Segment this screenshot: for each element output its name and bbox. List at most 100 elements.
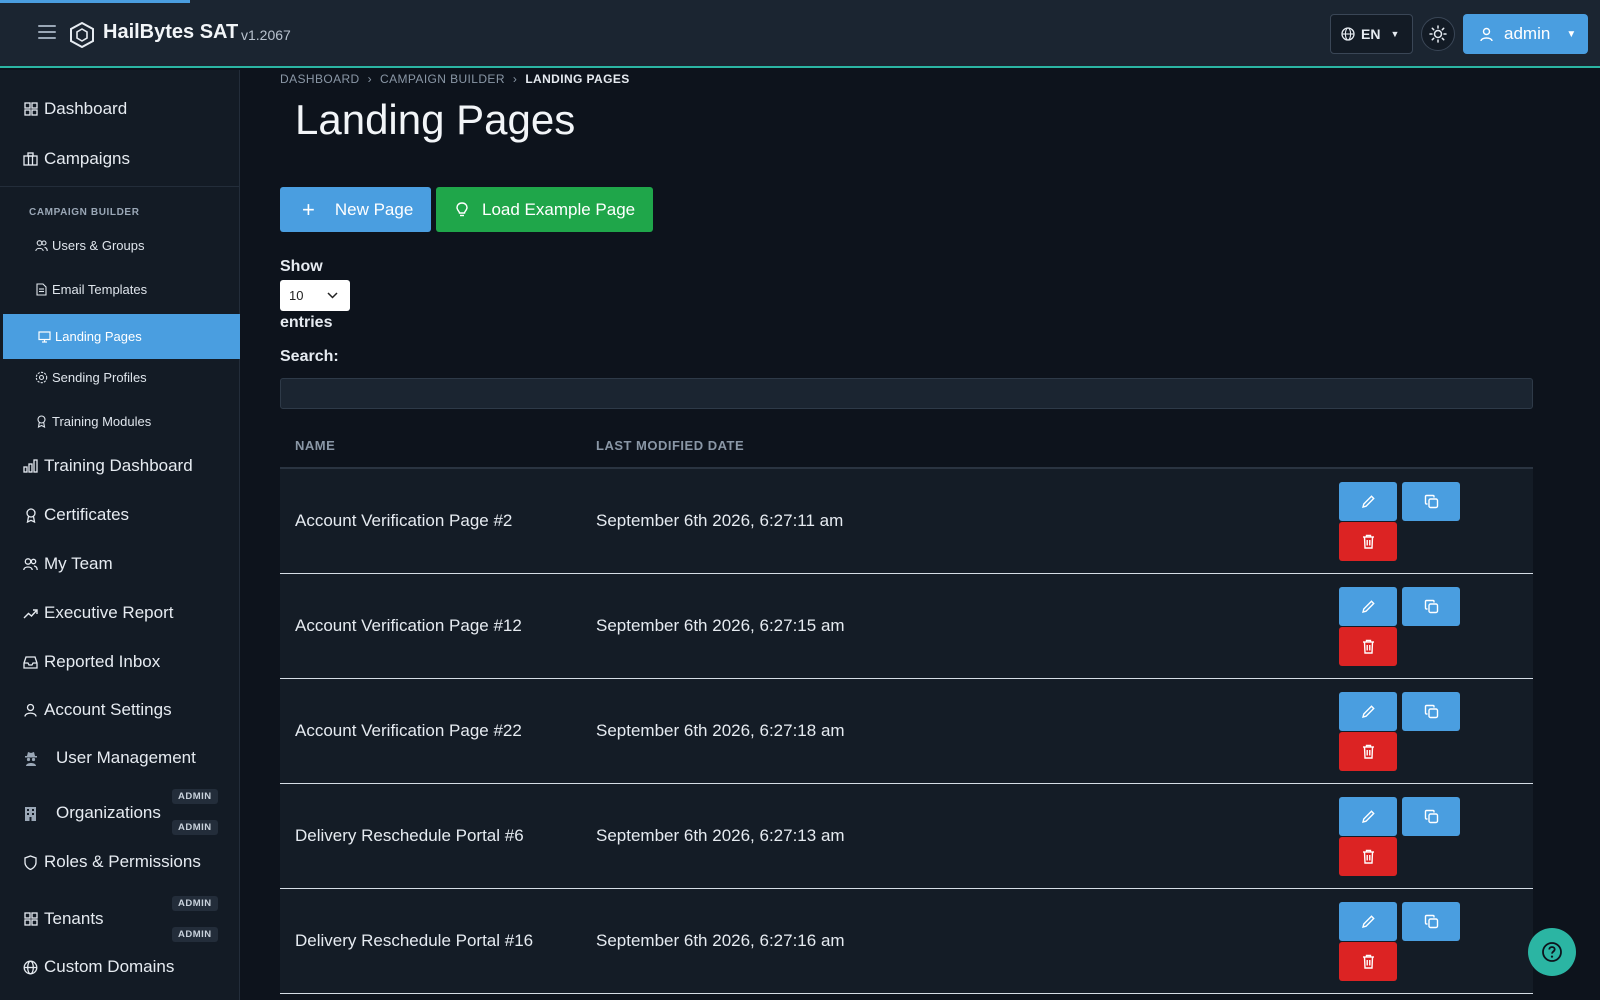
page-modified-date: September 6th 2026, 6:27:11 am bbox=[596, 511, 844, 530]
entries-value: 10 bbox=[289, 288, 304, 303]
document-icon bbox=[35, 282, 48, 296]
edit-button[interactable] bbox=[1339, 797, 1397, 836]
table-row: Account Verification Page #12 September … bbox=[280, 574, 1533, 679]
page-modified-date: September 6th 2026, 6:27:18 am bbox=[596, 721, 845, 740]
page-name: Account Verification Page #12 bbox=[295, 616, 522, 635]
sidebar-item-user-management[interactable]: User Management bbox=[0, 742, 240, 774]
sidebar-item-training-modules[interactable]: Training Modules bbox=[0, 405, 240, 437]
page-modified-date: September 6th 2026, 6:27:13 am bbox=[596, 826, 845, 845]
shield-icon bbox=[23, 854, 38, 870]
help-circle-icon bbox=[1542, 942, 1562, 962]
delete-button[interactable] bbox=[1339, 627, 1397, 666]
breadcrumb-campaign-builder[interactable]: CAMPAIGN BUILDER bbox=[380, 72, 505, 86]
load-example-label: Load Example Page bbox=[482, 199, 636, 219]
table-row: Account Verification Page #2 September 6… bbox=[280, 469, 1533, 574]
sidebar-item-email-templates[interactable]: Email Templates bbox=[0, 273, 240, 305]
page-name: Delivery Reschedule Portal #16 bbox=[295, 931, 534, 950]
user-icon bbox=[1480, 27, 1493, 41]
edit-button[interactable] bbox=[1339, 692, 1397, 731]
delete-button[interactable] bbox=[1339, 837, 1397, 876]
brand-name: HailBytes SAT bbox=[103, 21, 239, 43]
table-row: Delivery Reschedule Portal #6 September … bbox=[280, 784, 1533, 889]
breadcrumb: DASHBOARD › CAMPAIGN BUILDER › LANDING P… bbox=[280, 72, 630, 86]
delete-button[interactable] bbox=[1339, 732, 1397, 771]
top-bar: HailBytes SAT v1.2067 EN ▼ admin ▼ bbox=[0, 0, 1600, 68]
copy-button[interactable] bbox=[1402, 587, 1460, 626]
edit-button[interactable] bbox=[1339, 482, 1397, 521]
copy-icon bbox=[1424, 809, 1438, 824]
monitor-icon bbox=[38, 330, 51, 343]
breadcrumb-dashboard[interactable]: DASHBOARD bbox=[280, 72, 360, 86]
award-icon bbox=[23, 507, 38, 523]
chevron-right-icon: › bbox=[512, 72, 518, 86]
caret-down-icon: ▼ bbox=[1390, 29, 1400, 39]
gear-icon bbox=[35, 371, 48, 384]
sidebar-item-certificates[interactable]: Certificates bbox=[0, 499, 240, 531]
sidebar-item-landing-pages[interactable]: Landing Pages bbox=[3, 314, 240, 359]
building-icon bbox=[23, 806, 38, 821]
loading-progress-bar bbox=[0, 0, 190, 3]
sidebar-item-my-team[interactable]: My Team bbox=[0, 548, 240, 580]
copy-button[interactable] bbox=[1402, 692, 1460, 731]
trash-icon bbox=[1362, 639, 1374, 654]
table-row: Delivery Reschedule Portal #16 September… bbox=[280, 889, 1533, 994]
sidebar-item-custom-domains[interactable]: Custom Domains bbox=[0, 951, 240, 983]
chevron-right-icon: › bbox=[367, 72, 373, 86]
edit-button[interactable] bbox=[1339, 902, 1397, 941]
column-header-last-modified[interactable]: LAST MODIFIED DATE bbox=[596, 438, 744, 453]
load-example-page-button[interactable]: Load Example Page bbox=[436, 187, 653, 232]
column-header-name[interactable]: NAME bbox=[295, 438, 335, 453]
menu-icon[interactable] bbox=[38, 25, 56, 39]
sidebar-item-training-dashboard[interactable]: Training Dashboard bbox=[0, 450, 240, 482]
copy-button[interactable] bbox=[1402, 902, 1460, 941]
sidebar-item-sending-profiles[interactable]: Sending Profiles bbox=[0, 361, 240, 393]
copy-icon bbox=[1424, 494, 1438, 509]
sidebar-item-dashboard[interactable]: Dashboard bbox=[0, 93, 240, 125]
trending-up-icon bbox=[23, 606, 38, 621]
section-label-campaign-builder: CAMPAIGN BUILDER bbox=[29, 207, 140, 218]
user-menu-button[interactable]: admin ▼ bbox=[1463, 14, 1588, 54]
sun-icon bbox=[1429, 25, 1447, 43]
delete-button[interactable] bbox=[1339, 942, 1397, 981]
copy-button[interactable] bbox=[1402, 797, 1460, 836]
sidebar-item-executive-report[interactable]: Executive Report bbox=[0, 597, 240, 629]
sidebar-item-users-groups[interactable]: Users & Groups bbox=[0, 229, 240, 261]
plus-icon: + bbox=[302, 196, 315, 222]
users-icon bbox=[35, 239, 48, 252]
page-name: Delivery Reschedule Portal #6 bbox=[295, 826, 524, 845]
theme-toggle-button[interactable] bbox=[1421, 17, 1455, 51]
trash-icon bbox=[1362, 534, 1374, 549]
grid-icon bbox=[23, 912, 38, 927]
copy-button[interactable] bbox=[1402, 482, 1460, 521]
page-modified-date: September 6th 2026, 6:27:16 am bbox=[596, 931, 845, 950]
app-version: v1.2067 bbox=[241, 27, 291, 43]
help-button[interactable] bbox=[1528, 928, 1576, 976]
chevron-down-icon bbox=[327, 292, 338, 299]
briefcase-icon bbox=[23, 152, 38, 167]
pencil-icon bbox=[1361, 810, 1375, 823]
spy-icon bbox=[23, 751, 38, 766]
new-page-label: New Page bbox=[334, 199, 414, 219]
delete-button[interactable] bbox=[1339, 522, 1397, 561]
sidebar-item-account-settings[interactable]: Account Settings bbox=[0, 694, 240, 726]
sidebar-item-roles-permissions[interactable]: Roles & Permissions bbox=[0, 846, 240, 878]
entries-per-page-select[interactable]: 10 bbox=[280, 280, 350, 311]
sidebar-item-campaigns[interactable]: Campaigns bbox=[0, 143, 240, 175]
sidebar: Dashboard Campaigns CAMPAIGN BUILDER Use… bbox=[0, 70, 240, 1000]
copy-icon bbox=[1424, 704, 1438, 719]
sidebar-item-reported-inbox[interactable]: Reported Inbox bbox=[0, 646, 240, 678]
search-label: Search: bbox=[280, 348, 339, 365]
pencil-icon bbox=[1361, 915, 1375, 928]
breadcrumb-landing-pages: LANDING PAGES bbox=[525, 72, 630, 86]
search-input[interactable] bbox=[280, 378, 1533, 409]
page-title: Landing Pages bbox=[295, 96, 576, 143]
table-header: NAME LAST MODIFIED DATE bbox=[280, 424, 1533, 469]
globe-icon bbox=[1341, 27, 1355, 41]
landing-pages-table: NAME LAST MODIFIED DATE Account Verifica… bbox=[280, 424, 1533, 994]
language-label: EN bbox=[1361, 26, 1381, 42]
language-selector[interactable]: EN ▼ bbox=[1330, 14, 1413, 54]
pencil-icon bbox=[1361, 600, 1375, 613]
new-page-button[interactable]: + New Page bbox=[280, 187, 431, 232]
user-name: admin bbox=[1504, 24, 1551, 43]
edit-button[interactable] bbox=[1339, 587, 1397, 626]
